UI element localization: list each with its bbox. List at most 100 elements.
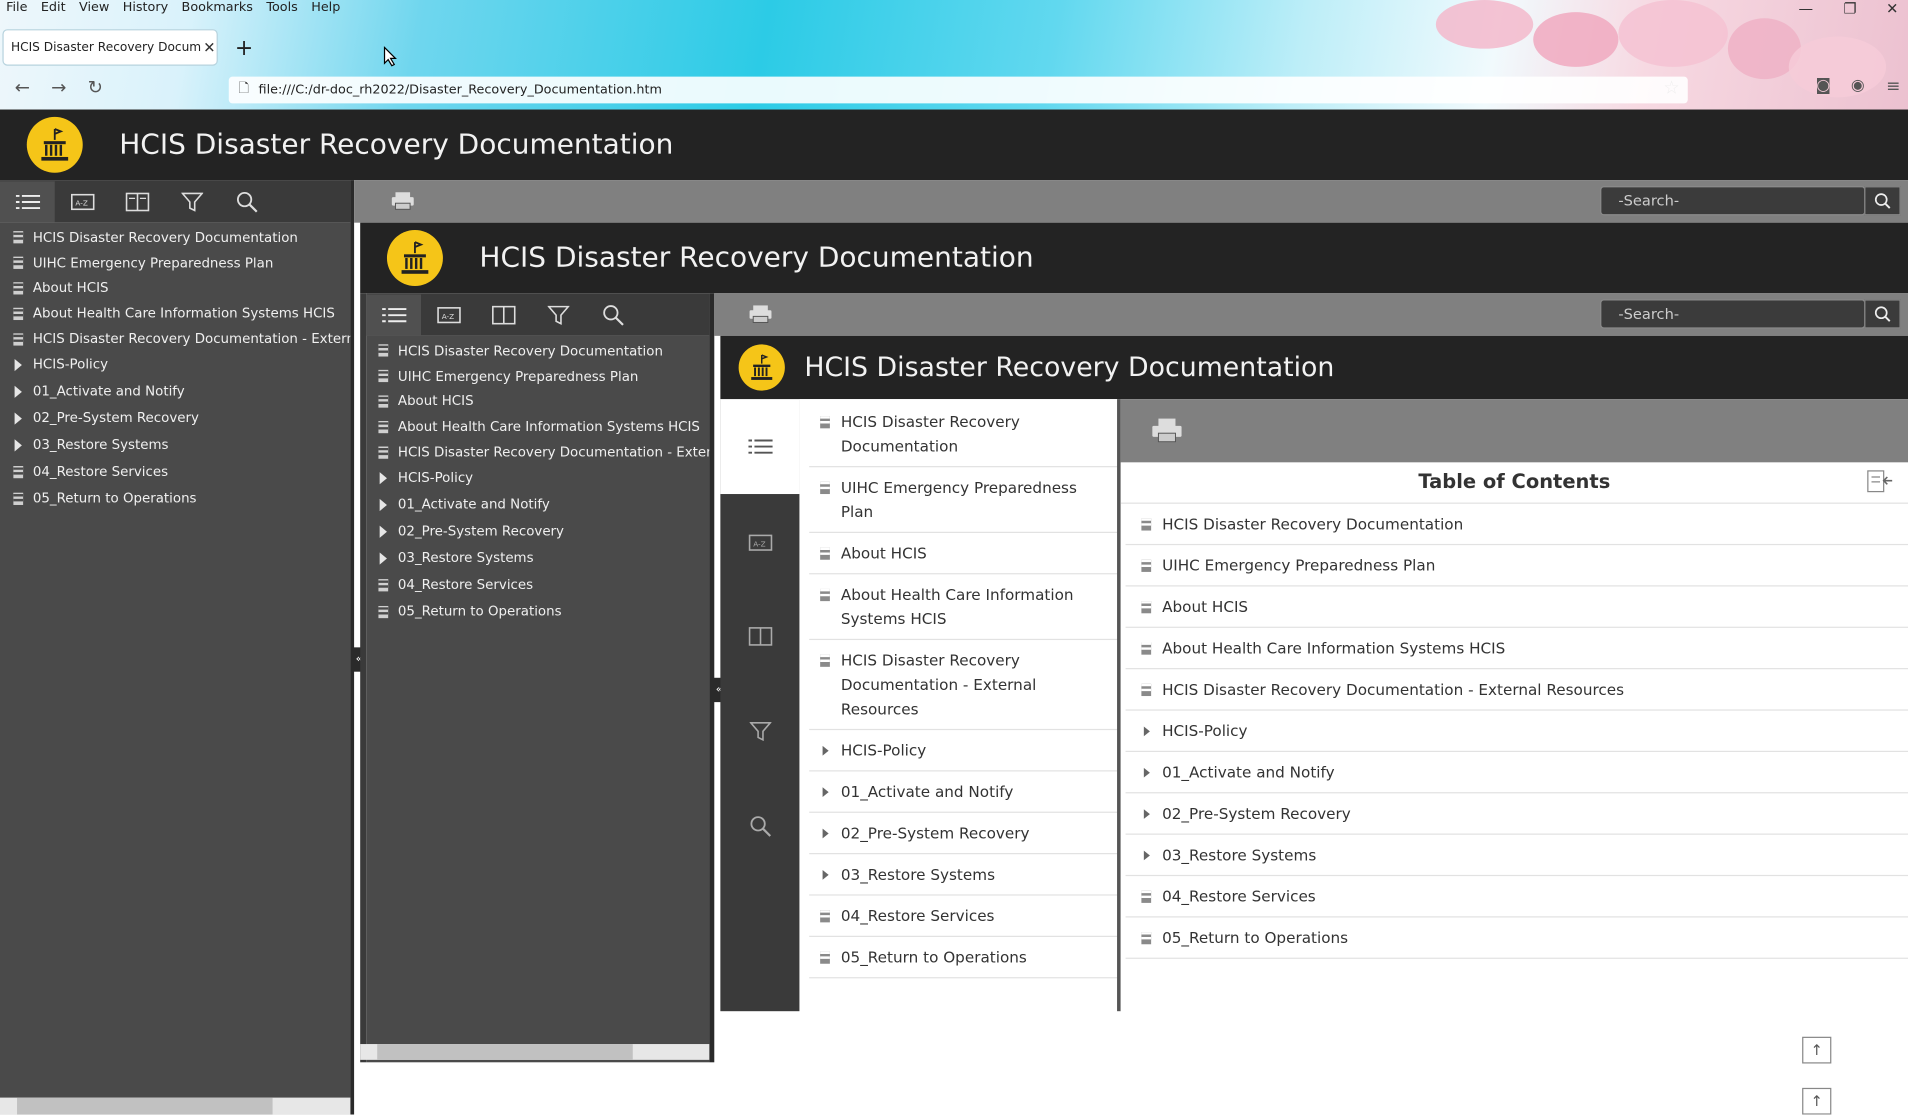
nav-item[interactable]: HCIS Disaster Recovery Documentation - E… [366,440,709,465]
nav-item[interactable]: 01_Activate and Notify [809,771,1119,813]
embedded-search-button[interactable] [1864,299,1901,329]
minimize-icon[interactable]: — [1798,0,1813,17]
nav-item[interactable]: 03_Restore Systems [809,854,1119,896]
nav-item[interactable]: 04_Restore Services [366,572,709,599]
embedded-nav-scrollbar[interactable] [360,1044,710,1060]
document-icon [372,579,394,592]
maximize-icon[interactable]: ❐ [1844,0,1857,17]
close-window-icon[interactable]: ✕ [1886,0,1898,17]
search-tab-icon[interactable] [219,181,274,222]
nav-item[interactable]: HCIS Disaster Recovery Documentation - E… [809,640,1119,731]
filter-tab-icon[interactable] [164,181,219,222]
nav-item[interactable]: 01_Activate and Notify [0,378,350,405]
nav-item[interactable]: 04_Restore Services [0,459,350,486]
toc-item[interactable]: UIHC Emergency Preparedness Plan [1125,545,1908,587]
back-icon[interactable]: ← [15,77,30,99]
toc-title: Table of Contents [1120,462,1908,504]
hamburger-menu-icon[interactable]: ≡ [1886,77,1900,96]
scroll-top-button[interactable]: ↑ [1802,1036,1832,1064]
nav-item[interactable]: 05_Return to Operations [366,599,709,626]
toc-tab-icon[interactable] [0,180,55,223]
reload-icon[interactable]: ↻ [88,77,103,99]
embedded-nav-list: HCIS Disaster Recovery Documentation UIHC… [366,338,709,625]
pocket-icon[interactable]: ◙ [1816,77,1831,95]
nav-item[interactable]: About Health Care Information Systems HC… [809,574,1119,641]
nav-item[interactable]: 03_Restore Systems [0,432,350,459]
forward-icon[interactable]: → [51,77,66,99]
nav-item[interactable]: 02_Pre-System Recovery [366,518,709,545]
nav-item[interactable]: 02_Pre-System Recovery [809,813,1119,855]
toc-item[interactable]: 02_Pre-System Recovery [1125,793,1908,835]
filter-tab-icon[interactable] [531,294,586,335]
glossary-tab-icon[interactable] [720,589,799,684]
index-tab-icon[interactable]: A-Z [720,494,799,589]
nav-item[interactable]: 04_Restore Services [809,896,1119,937]
filter-tab-icon[interactable] [720,684,799,779]
print-icon[interactable] [1151,417,1183,444]
search-button[interactable] [1864,186,1901,216]
print-icon[interactable] [391,191,415,210]
nav-item[interactable]: HCIS Disaster Recovery Documentation [0,225,350,250]
glossary-tab-icon[interactable] [476,294,531,335]
nav-item[interactable]: About HCIS [0,276,350,301]
nav-item[interactable]: 02_Pre-System Recovery [0,405,350,432]
collapse-toc-icon[interactable] [1867,470,1894,494]
search-tab-icon[interactable] [585,294,640,335]
nav-item[interactable]: HCIS-Policy [809,730,1119,772]
nav-item[interactable]: HCIS-Policy [366,465,709,492]
toc-item[interactable]: About Health Care Information Systems HC… [1125,628,1908,670]
new-tab-button[interactable]: + [235,35,253,61]
nav-item[interactable]: About Health Care Information Systems HC… [366,414,709,439]
menu-edit[interactable]: Edit [41,0,66,17]
nav-item[interactable]: 03_Restore Systems [366,545,709,572]
menu-file[interactable]: File [6,0,27,17]
nav-item-label: HCIS-Policy [840,741,927,760]
nav-item[interactable]: 05_Return to Operations [809,937,1119,979]
index-tab-icon[interactable]: A-Z [55,181,110,222]
toc-item[interactable]: HCIS-Policy [1125,711,1908,753]
nav-item[interactable]: UIHC Emergency Preparedness Plan [0,250,350,275]
search-input[interactable]: -Search- [1600,186,1866,216]
nav-item[interactable]: 05_Return to Operations [0,486,350,513]
print-icon[interactable] [748,304,772,323]
nav-item[interactable]: HCIS Disaster Recovery Documentation [366,338,709,363]
toc-tab-icon[interactable] [720,399,800,495]
toc-item[interactable]: HCIS Disaster Recovery Documentation [1125,504,1908,546]
toc-tab-icon[interactable] [366,293,422,336]
index-tab-icon[interactable]: A-Z [421,294,476,335]
toc-item[interactable]: HCIS Disaster Recovery Documentation - E… [1125,669,1908,711]
nav-item[interactable]: UIHC Emergency Preparedness Plan [809,467,1119,533]
nav-item[interactable]: HCIS-Policy [0,352,350,379]
browser-tab[interactable]: HCIS Disaster Recovery Documentation ✕ [2,29,218,66]
menu-tools[interactable]: Tools [266,0,297,17]
nav-item-label: 01_Activate and Notify [840,782,1014,801]
nav-item[interactable]: HCIS Disaster Recovery Documentation - E… [0,326,350,351]
nav-scrollbar[interactable] [0,1097,351,1115]
search-tab-icon[interactable] [720,779,799,874]
nav-item[interactable]: UIHC Emergency Preparedness Plan [366,364,709,389]
menu-bookmarks[interactable]: Bookmarks [182,0,253,17]
toc-item[interactable]: 05_Return to Operations [1125,917,1908,959]
expand-arrow-icon [1130,719,1162,737]
close-tab-icon[interactable]: ✕ [203,39,215,56]
glossary-tab-icon[interactable] [110,181,165,222]
address-bar[interactable]: 🗋 file:///C:/dr-doc_rh2022/Disaster_Reco… [228,76,1688,104]
extension-icon[interactable]: ◉ [1851,77,1865,95]
menu-help[interactable]: Help [311,0,340,17]
toc-item[interactable]: About HCIS [1125,587,1908,628]
toc-item[interactable]: 04_Restore Services [1125,876,1908,918]
nav-item[interactable]: HCIS Disaster Recovery Documentation [809,402,1119,468]
toc-item[interactable]: 01_Activate and Notify [1125,752,1908,794]
nav-item[interactable]: About Health Care Information Systems HC… [0,301,350,326]
menu-bar: File Edit View History Bookmarks Tools H… [0,0,340,17]
toc-item[interactable]: 03_Restore Systems [1125,835,1908,877]
scroll-top-button-2[interactable]: ↑ [1802,1087,1832,1115]
menu-view[interactable]: View [79,0,109,17]
nav-item[interactable]: About HCIS [366,389,709,414]
nav-item[interactable]: About HCIS [809,533,1119,575]
embedded-search-input[interactable]: -Search- [1600,299,1866,329]
nav-item-label: HCIS-Policy [397,470,474,487]
expand-arrow-icon [809,739,841,756]
nav-item[interactable]: 01_Activate and Notify [366,492,709,519]
menu-history[interactable]: History [123,0,168,17]
